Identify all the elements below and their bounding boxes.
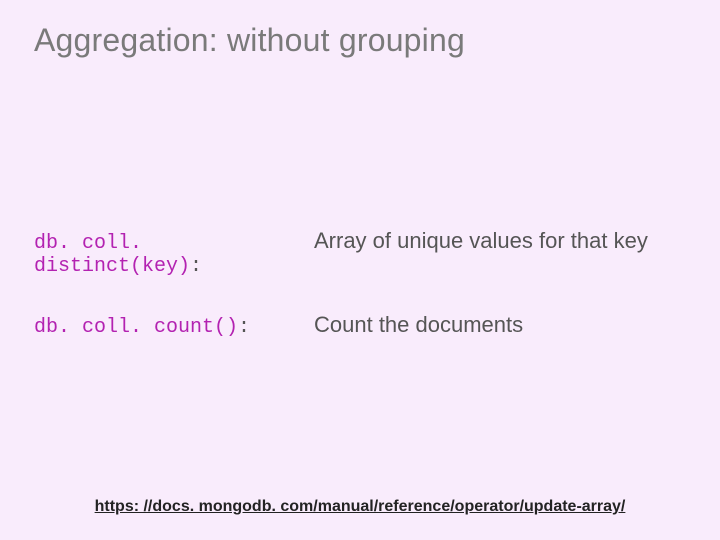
description-cell: Count the documents bbox=[314, 312, 523, 338]
definition-row: db. coll. distinct(key): Array of unique… bbox=[34, 228, 690, 278]
definition-row: db. coll. count(): Count the documents bbox=[34, 312, 690, 339]
reference-link[interactable]: https: //docs. mongodb. com/manual/refer… bbox=[95, 498, 626, 515]
slide-title: Aggregation: without grouping bbox=[34, 22, 465, 59]
code-trail: : bbox=[238, 316, 250, 339]
code-text: db. coll. distinct(key) bbox=[34, 232, 190, 278]
code-cell: db. coll. distinct(key): bbox=[34, 232, 314, 278]
content-area: db. coll. distinct(key): Array of unique… bbox=[34, 228, 690, 373]
reference-link-container: https: //docs. mongodb. com/manual/refer… bbox=[0, 498, 720, 516]
code-cell: db. coll. count(): bbox=[34, 316, 314, 339]
description-cell: Array of unique values for that key bbox=[314, 228, 648, 254]
slide: Aggregation: without grouping db. coll. … bbox=[0, 0, 720, 540]
code-trail: : bbox=[190, 255, 202, 278]
code-text: db. coll. count() bbox=[34, 316, 238, 339]
